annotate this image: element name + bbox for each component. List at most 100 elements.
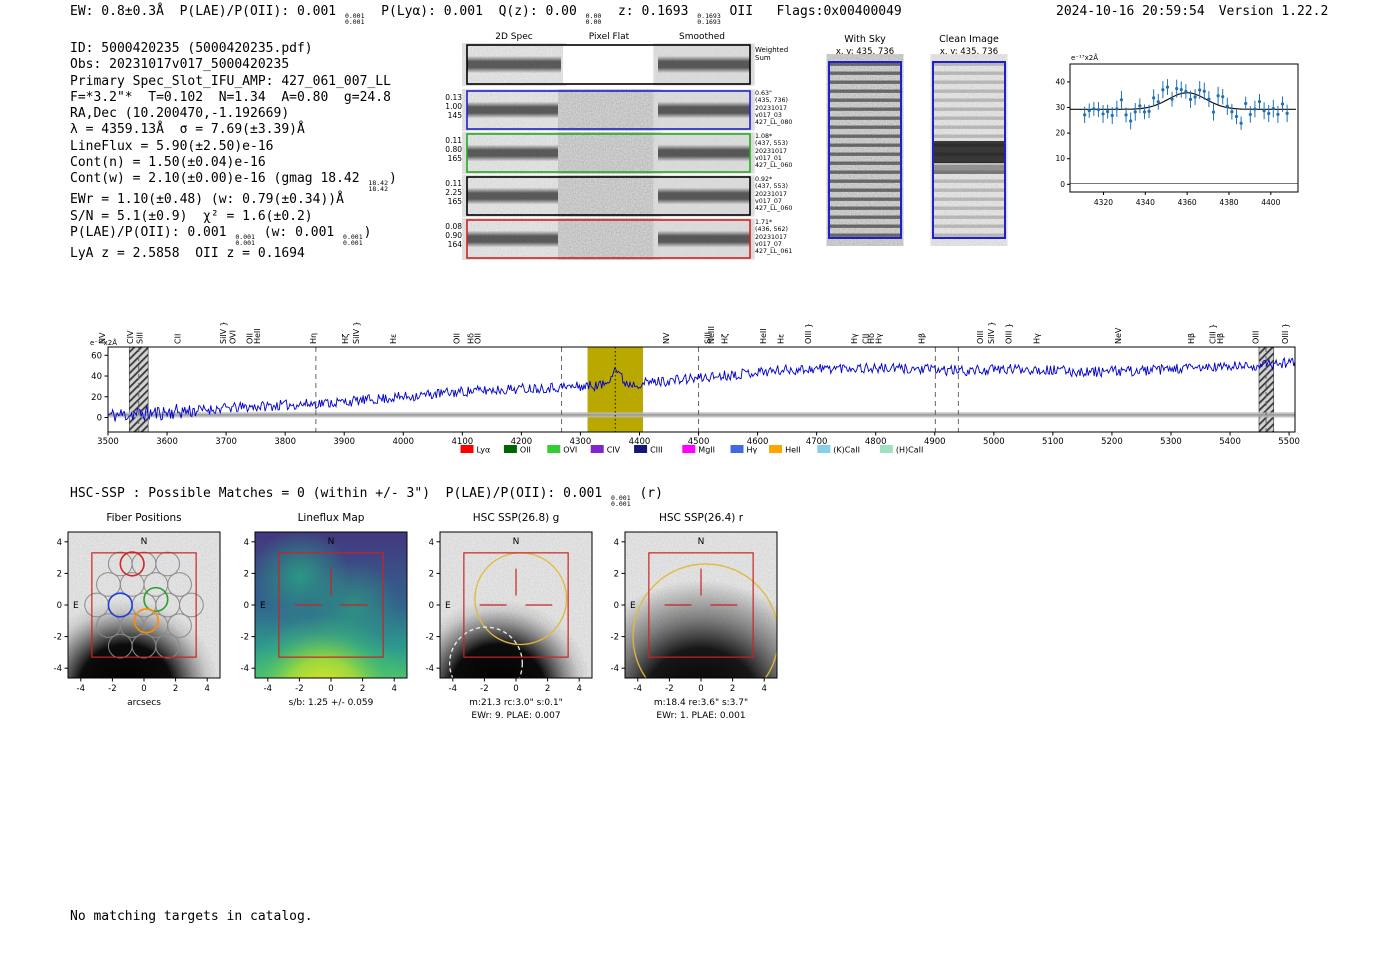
stacked-uncertainty: 0.001 0.001 — [344, 12, 365, 26]
emission-line-label: Hη — [309, 333, 318, 344]
info-line: LineFlux = 5.90(±2.50)e-16 — [70, 138, 274, 154]
legend-swatch — [590, 445, 604, 453]
svg-text:4400: 4400 — [1261, 198, 1280, 207]
svg-text:-2: -2 — [611, 633, 619, 643]
svg-text:5300: 5300 — [1160, 437, 1182, 447]
svg-text:-4: -4 — [449, 684, 457, 694]
svg-text:0: 0 — [244, 601, 249, 611]
spec2d-col-header: Smoothed — [679, 32, 725, 42]
compass-north-label: N — [513, 537, 520, 547]
svg-text:0: 0 — [328, 684, 333, 694]
svg-text:3600: 3600 — [156, 437, 178, 447]
svg-text:4320: 4320 — [1094, 198, 1113, 207]
stacked-uncertainty: 0.001 0.001 — [235, 232, 255, 247]
svg-text:2: 2 — [173, 684, 178, 694]
svg-text:-4: -4 — [264, 684, 272, 694]
emission-line-label: SiII — [135, 332, 144, 344]
legend-swatch — [769, 445, 783, 453]
svg-text:5400: 5400 — [1219, 437, 1241, 447]
svg-text:-4: -4 — [77, 684, 85, 694]
emission-line-label: NeV — [1114, 327, 1123, 344]
compass-north-label: N — [141, 537, 148, 547]
compass-east-label: E — [260, 601, 266, 611]
emission-line-label: SiIV } — [352, 321, 361, 344]
sky-panel-coords: x, y: 435, 736 — [835, 47, 895, 57]
stacked-uncertainty: 18.42 18.42 — [368, 179, 388, 194]
svg-text:-2: -2 — [241, 633, 249, 643]
spec2d-row-meta: 1.71* (436, 562) 20231017 v017_07 427_LL_061 — [755, 219, 793, 256]
svg-text:60: 60 — [91, 351, 102, 361]
sky-panel-coords: x, y: 435, 736 — [939, 47, 999, 57]
compass-east-label: E — [73, 601, 79, 611]
legend-swatch — [503, 445, 517, 453]
emission-line-label: OII — [474, 333, 483, 344]
svg-text:e⁻¹⁷x2Å: e⁻¹⁷x2Å — [1071, 53, 1098, 62]
cutout-img_g: N E -4 -2 0 2 4 4 2 0 -2 -4 HSC SSP(26.8) g m:21.3 rc… — [426, 512, 593, 721]
svg-text:4: 4 — [614, 538, 619, 548]
svg-text:4000: 4000 — [392, 437, 414, 447]
svg-text:40: 40 — [1055, 77, 1065, 86]
clean-image-panel — [932, 61, 1006, 239]
legend-label: MgII — [698, 446, 715, 455]
header-summary: EW: 0.8±0.3Å P(LAE)/P(OII): 0.001 0.001 0… — [70, 4, 902, 26]
cutout-caption-2: EWr: 1. PLAE: 0.001 — [656, 711, 745, 721]
emission-line-label: NV — [98, 332, 107, 344]
spec2d-row-meta: 0.63" (435, 736) 20231017 v017_03 427_LL_080 — [755, 90, 793, 127]
emission-line-label: Hε — [389, 334, 398, 344]
svg-text:2: 2 — [360, 684, 365, 694]
emission-line-label: Hγ — [1032, 333, 1041, 344]
emission-line-label: Hβ — [1187, 333, 1196, 344]
legend-label: (H)CaII — [896, 446, 923, 455]
legend-swatch — [879, 445, 893, 453]
stacked-uncertainty: 0.1693 0.1693 — [697, 12, 721, 26]
imaging-cutouts-row: N E -4 -2 0 2 4 4 2 0 -2 -4 Fiber Positions arcsecs N E… — [0, 508, 1400, 738]
cutout-title: Fiber Positions — [106, 512, 181, 524]
info-line: Primary Spec_Slot_IFU_AMP: 427_061_007_L… — [70, 73, 391, 89]
emission-line-label: Hβ — [1216, 333, 1225, 344]
svg-text:20: 20 — [91, 393, 102, 403]
footer-notes: No matching targets in catalog. Row inte… — [70, 876, 313, 953]
detection-info-block: ID: 5000420235 (5000420235.pdf) Obs: 2023… — [70, 41, 397, 262]
spec2d-row — [466, 44, 751, 85]
emission-line-label: OVI — [229, 330, 238, 344]
svg-text:-2: -2 — [108, 684, 116, 694]
spec2d-row-scale: 0.11 0.80 165 — [445, 136, 462, 163]
emission-line-label: NeIII — [707, 326, 716, 344]
legend-label: Hγ — [747, 446, 758, 455]
legend-swatch — [460, 445, 474, 453]
header-datetime: 2024-10-16 20:59:54 — [1056, 4, 1205, 19]
weighted-sum-label: Weighted Sum — [755, 46, 789, 62]
info-line: S/N = 5.1(±0.9) χ² = 1.6(±0.2) — [70, 208, 313, 224]
emission-line-label: OIII — [1251, 331, 1260, 344]
legend-label: (K)CaII — [833, 446, 860, 455]
emission-line-label: OIII } — [1281, 323, 1290, 344]
spec2d-cutout-grid: 2D Spec Pixel Flat Smoothed Weighted Sum 0.13… — [445, 32, 846, 262]
legend-swatch — [817, 445, 831, 453]
svg-text:5000: 5000 — [983, 437, 1005, 447]
legend-label: OII — [520, 446, 531, 455]
header-datetime-version: 2024-10-16 20:59:54 Version 1.22.2 — [1056, 4, 1328, 20]
spectrum-line — [107, 357, 1296, 422]
stacked-uncertainty: 0.001 0.001 — [611, 494, 631, 508]
compass-east-label: E — [445, 601, 451, 611]
header-version: Version 1.22.2 — [1218, 4, 1329, 19]
svg-text:20: 20 — [1055, 129, 1065, 138]
elixer-report-page: EW: 0.8±0.3Å P(LAE)/P(OII): 0.001 0.001 0… — [0, 0, 1400, 953]
cutout-img_r: N E -4 -2 0 2 4 4 2 0 -2 -4 HSC SSP(26.4) r m:18.4 re… — [611, 512, 778, 721]
compass-east-label: E — [630, 601, 636, 611]
spec2d-col-header: 2D Spec — [495, 32, 533, 42]
svg-text:5500: 5500 — [1278, 437, 1300, 447]
cutout-caption: m:18.4 re:3.6" s:3.7" — [654, 698, 748, 708]
info-line: ID: 5000420235 (5000420235.pdf) — [70, 41, 313, 56]
cutout-caption: arcsecs — [127, 698, 161, 708]
sky-panel-title: With Sky — [844, 34, 886, 45]
emission-line-label: NV — [662, 332, 671, 344]
svg-text:0: 0 — [57, 601, 62, 611]
gaussian-fit-curve — [1070, 92, 1296, 110]
info-line: Cont(w) = 2.10(±0.00)e-16 (gmag 18.42 18… — [70, 171, 397, 194]
svg-text:4360: 4360 — [1178, 198, 1197, 207]
spec2d-row — [466, 219, 751, 259]
with-sky-panel — [828, 61, 902, 239]
emission-line-label: OIII — [976, 331, 985, 344]
emission-line-fit-plot: e⁻¹⁷x2Å 0 10 20 30 40 4320 4340 4360 4380 4400 — [1055, 53, 1299, 207]
